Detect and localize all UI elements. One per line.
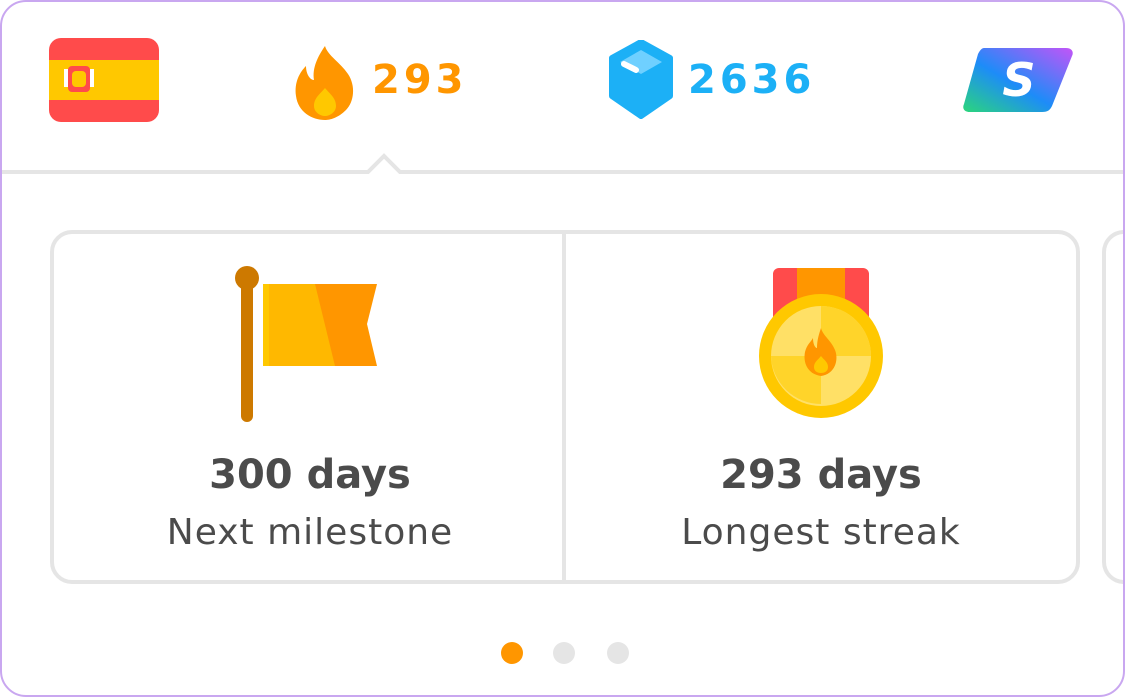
language-button[interactable] <box>49 38 159 122</box>
longest-streak-card: 293 days Longest streak <box>562 230 1080 584</box>
page-dot-2[interactable] <box>553 642 575 664</box>
next-card-peek[interactable] <box>1102 230 1123 584</box>
page-dot-3[interactable] <box>607 642 629 664</box>
milestone-label: Next milestone <box>166 512 454 553</box>
streak-stat[interactable]: 293 <box>292 38 468 122</box>
streak-medal-icon <box>759 268 883 418</box>
gem-icon <box>609 40 673 119</box>
fire-icon <box>295 46 354 120</box>
page-dot-1[interactable] <box>501 642 523 664</box>
streak-panel: 293 2636 S 300 days Next milestone 293 d… <box>0 0 1125 697</box>
spain-flag-icon <box>49 38 159 122</box>
svg-text:S: S <box>1002 53 1035 107</box>
top-stats-bar: 293 2636 S <box>2 2 1123 170</box>
milestone-card: 300 days Next milestone <box>50 230 570 584</box>
longest-streak-value: 293 days <box>720 452 922 498</box>
streak-count: 293 <box>372 57 468 103</box>
super-duolingo-icon: S <box>963 48 1073 112</box>
longest-streak-label: Longest streak <box>681 512 961 553</box>
gems-stat[interactable]: 2636 <box>608 38 815 122</box>
gems-count: 2636 <box>688 57 816 103</box>
milestone-flag-icon <box>235 266 377 422</box>
milestone-value: 300 days <box>209 452 411 498</box>
super-button[interactable]: S <box>962 44 1074 114</box>
